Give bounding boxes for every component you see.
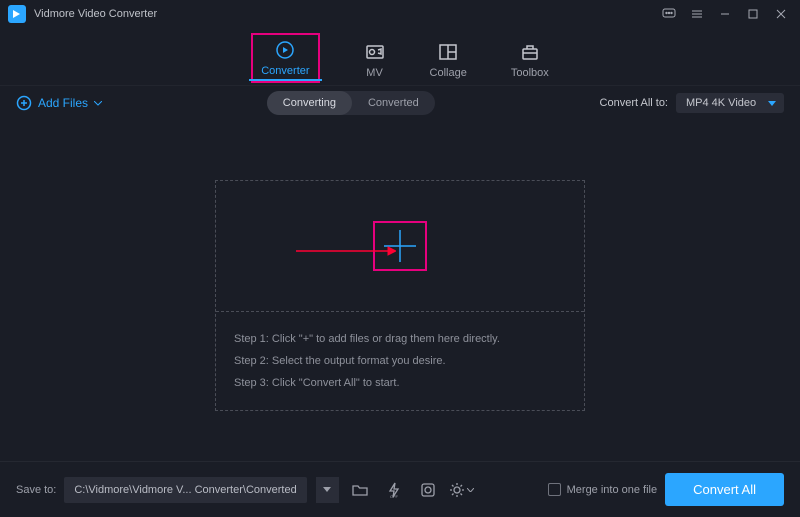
toolbox-icon xyxy=(519,41,541,63)
tab-label: Collage xyxy=(430,67,467,79)
tab-toolbox[interactable]: Toolbox xyxy=(511,41,549,85)
hardware-accel-button[interactable]: OFF xyxy=(381,477,407,503)
tab-converting[interactable]: Converting xyxy=(267,91,352,115)
drop-zone[interactable]: Step 1: Click "+" to add files or drag t… xyxy=(215,180,585,411)
chevron-down-icon xyxy=(94,101,102,106)
task-schedule-button[interactable] xyxy=(415,477,441,503)
maximize-button[interactable] xyxy=(742,3,764,25)
convert-all-to-label: Convert All to: xyxy=(600,97,668,109)
annotation-arrow xyxy=(296,243,396,261)
main-area: Step 1: Click "+" to add files or drag t… xyxy=(0,120,800,461)
tab-label: Toolbox xyxy=(511,67,549,79)
titlebar: Vidmore Video Converter xyxy=(0,0,800,28)
format-select[interactable]: MP4 4K Video xyxy=(676,93,784,113)
minimize-button[interactable] xyxy=(714,3,736,25)
app-logo-icon xyxy=(8,5,26,23)
main-tabs: Converter MV Collage Toolbox xyxy=(0,28,800,86)
checkbox-box xyxy=(548,483,561,496)
add-files-button[interactable]: Add Files xyxy=(16,95,102,111)
close-button[interactable] xyxy=(770,3,792,25)
mv-icon xyxy=(364,41,386,63)
tab-mv[interactable]: MV xyxy=(364,41,386,85)
app-title: Vidmore Video Converter xyxy=(34,8,157,20)
svg-text:OFF: OFF xyxy=(390,494,399,498)
converter-icon xyxy=(274,39,296,61)
status-segment: Converting Converted xyxy=(267,91,435,115)
feedback-icon[interactable] xyxy=(658,3,680,25)
settings-button[interactable] xyxy=(449,477,475,503)
tab-label: MV xyxy=(366,67,383,79)
step-3-text: Step 3: Click "Convert All" to start. xyxy=(234,372,566,394)
open-folder-button[interactable] xyxy=(347,477,373,503)
save-path-field[interactable]: C:\Vidmore\Vidmore V... Converter\Conver… xyxy=(64,477,306,503)
menu-icon[interactable] xyxy=(686,3,708,25)
convert-all-button[interactable]: Convert All xyxy=(665,473,784,506)
merge-checkbox[interactable]: Merge into one file xyxy=(548,483,658,496)
tab-collage[interactable]: Collage xyxy=(430,41,467,85)
add-files-label: Add Files xyxy=(38,96,88,110)
step-2-text: Step 2: Select the output format you des… xyxy=(234,350,566,372)
sub-toolbar: Add Files Converting Converted Convert A… xyxy=(0,86,800,120)
footer-bar: Save to: C:\Vidmore\Vidmore V... Convert… xyxy=(0,461,800,517)
tab-converter[interactable]: Converter xyxy=(251,33,319,83)
step-1-text: Step 1: Click "+" to add files or drag t… xyxy=(234,328,566,350)
save-path-dropdown[interactable] xyxy=(315,477,339,503)
merge-label: Merge into one file xyxy=(567,484,658,496)
collage-icon xyxy=(437,41,459,63)
tab-label: Converter xyxy=(261,65,309,77)
save-to-label: Save to: xyxy=(16,484,56,496)
tab-converted[interactable]: Converted xyxy=(352,91,435,115)
instructions: Step 1: Click "+" to add files or drag t… xyxy=(216,311,584,410)
